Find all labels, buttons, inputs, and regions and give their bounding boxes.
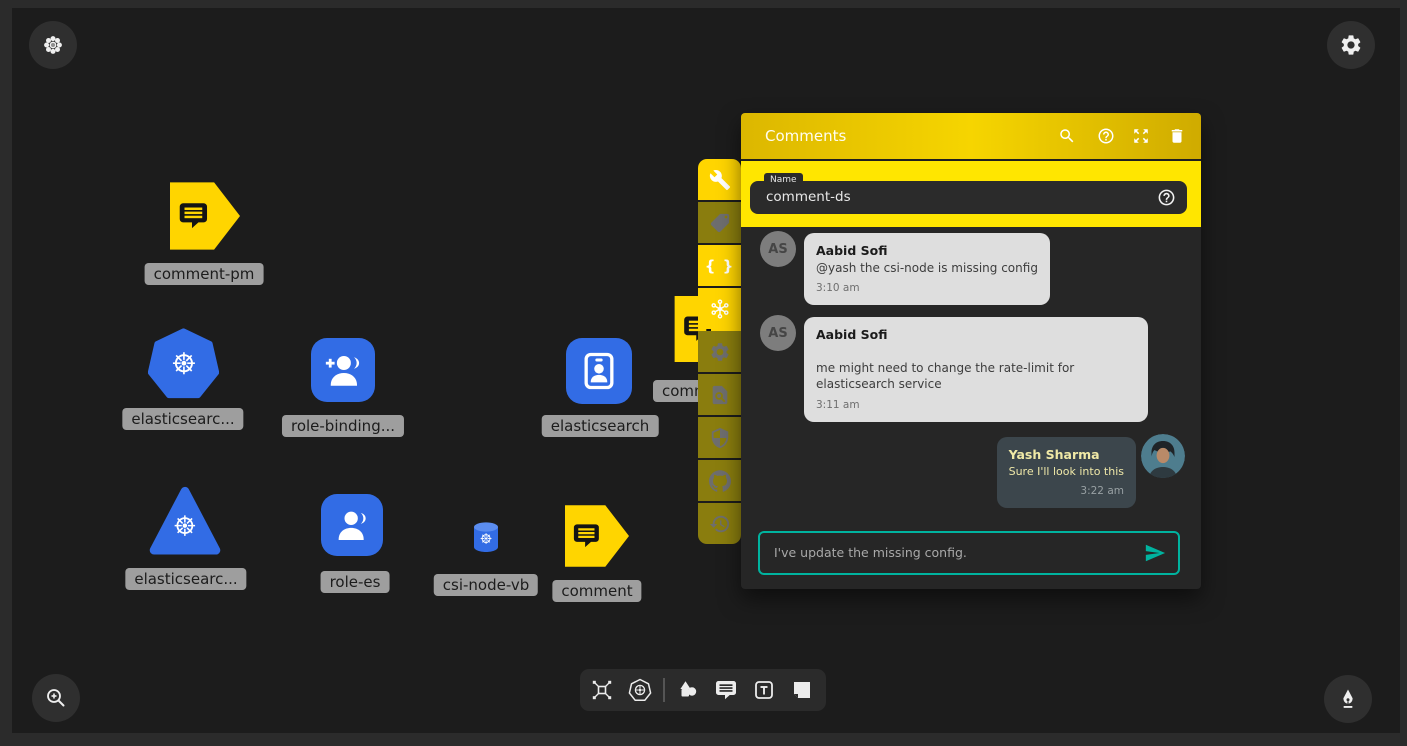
- message-time: 3:10 am: [816, 281, 1038, 296]
- message-author: Aabid Sofi: [816, 326, 1136, 344]
- cylinder-shape: [472, 521, 500, 553]
- app-window: comment-pm elasticsearc... role-binding.…: [0, 0, 1407, 746]
- name-input[interactable]: [764, 188, 1138, 206]
- avatar-photo: [1141, 434, 1185, 478]
- help-icon[interactable]: [1157, 188, 1176, 207]
- kubernetes-icon[interactable]: [628, 678, 652, 702]
- tag-icon: [709, 212, 731, 234]
- node-elasticsearch-tri[interactable]: [148, 484, 222, 556]
- message-bubble: Aabid Sofi me might need to change the r…: [804, 317, 1148, 422]
- node-comment[interactable]: [565, 505, 629, 567]
- avatar: AS: [760, 315, 796, 351]
- pen-tool-button[interactable]: [1324, 675, 1372, 723]
- settings-button[interactable]: [1327, 21, 1375, 69]
- service-account-icon: [577, 349, 621, 393]
- text-icon[interactable]: [752, 678, 776, 702]
- message-bubble: Aabid Sofi @yash the csi-node is missing…: [804, 233, 1050, 305]
- expand-icon[interactable]: [1132, 127, 1150, 145]
- wrench-icon: [709, 169, 731, 191]
- settings-gear-icon: [1339, 33, 1363, 57]
- node-label: elasticsearch: [542, 415, 659, 437]
- user-add-icon: [322, 349, 364, 391]
- flowchart-icon[interactable]: [590, 678, 614, 702]
- comment-input[interactable]: [772, 544, 1126, 561]
- message-bubble: Yash Sharma Sure I'll look into this 3:2…: [997, 437, 1136, 508]
- trash-icon[interactable]: [1168, 127, 1186, 145]
- toolbar-doc-search-button[interactable]: [698, 374, 741, 415]
- user-photo: [1141, 434, 1185, 478]
- note-icon[interactable]: [790, 678, 814, 702]
- search-icon[interactable]: [1058, 127, 1076, 145]
- kubernetes-icon: [481, 533, 492, 544]
- comment-composer[interactable]: [758, 531, 1180, 575]
- triangle-shape: [148, 484, 222, 556]
- flower-icon: [41, 33, 65, 57]
- user-icon: [332, 505, 372, 545]
- message-text: me might need to change the rate-limit f…: [816, 360, 1136, 394]
- toolbar-json-button[interactable]: { }: [698, 245, 741, 286]
- message-time: 3:11 am: [816, 398, 1136, 413]
- node-label: role-binding...: [282, 415, 404, 437]
- message-text: Sure I'll look into this: [1009, 464, 1124, 479]
- node-label: comment: [552, 580, 641, 602]
- gear-icon: [709, 341, 731, 363]
- pen-nib-icon: [1336, 687, 1360, 711]
- node-role-es[interactable]: [321, 494, 383, 556]
- message-author: Yash Sharma: [1009, 446, 1124, 464]
- node-csi-node-vb[interactable]: [472, 521, 500, 553]
- toolbar-github-button[interactable]: [698, 460, 741, 501]
- heptagon-shape: [148, 328, 219, 399]
- message-time: 3:22 am: [1009, 484, 1124, 499]
- toolbar-security-button[interactable]: [698, 417, 741, 458]
- kubernetes-icon: [173, 352, 195, 374]
- shield-icon: [709, 427, 731, 449]
- toolbar-history-button[interactable]: [698, 503, 741, 544]
- history-icon: [709, 513, 731, 535]
- toolbar-configure-button[interactable]: [698, 159, 741, 200]
- name-field-label: Name: [764, 173, 803, 187]
- zoom-in-icon: [44, 686, 68, 710]
- doc-search-icon: [709, 384, 731, 406]
- comments-panel-header[interactable]: Comments: [741, 113, 1201, 159]
- toolbar-hub-button[interactable]: [698, 288, 741, 329]
- panel-title: Comments: [765, 127, 846, 145]
- app-menu-button[interactable]: [29, 21, 77, 69]
- node-elasticsearch-sa[interactable]: [566, 338, 632, 404]
- toolbar-tags-button[interactable]: [698, 202, 741, 243]
- arrow-pentagon-shape: [170, 182, 240, 250]
- name-field[interactable]: [750, 181, 1187, 214]
- hub-icon: [709, 298, 731, 320]
- github-icon: [709, 470, 731, 492]
- comments-panel: Comments Name AS Aabid Sofi @yash the cs…: [741, 113, 1201, 589]
- kubernetes-icon: [175, 515, 195, 535]
- arrow-pentagon-shape: [565, 505, 629, 567]
- message-author: Aabid Sofi: [816, 242, 1038, 260]
- help-icon[interactable]: [1097, 127, 1115, 145]
- node-label: csi-node-vb: [434, 574, 538, 596]
- canvas-toolbar: [580, 669, 826, 711]
- toolbar-divider: [663, 678, 665, 702]
- avatar: AS: [760, 231, 796, 267]
- node-role-binding[interactable]: [311, 338, 375, 402]
- shapes-icon[interactable]: [676, 678, 700, 702]
- send-icon[interactable]: [1144, 542, 1166, 564]
- message-text: @yash the csi-node is missing config: [816, 260, 1038, 277]
- toolbar-settings-button[interactable]: [698, 331, 741, 372]
- node-label: elasticsearc...: [122, 408, 243, 430]
- braces-icon: { }: [705, 257, 735, 275]
- node-comment-pm[interactable]: [170, 182, 240, 250]
- node-label: elasticsearc...: [125, 568, 246, 590]
- node-label: comment-pm: [145, 263, 264, 285]
- zoom-button[interactable]: [32, 674, 80, 722]
- node-label: role-es: [321, 571, 390, 593]
- comment-icon[interactable]: [714, 678, 738, 702]
- node-elasticsearch-pod[interactable]: [148, 328, 219, 399]
